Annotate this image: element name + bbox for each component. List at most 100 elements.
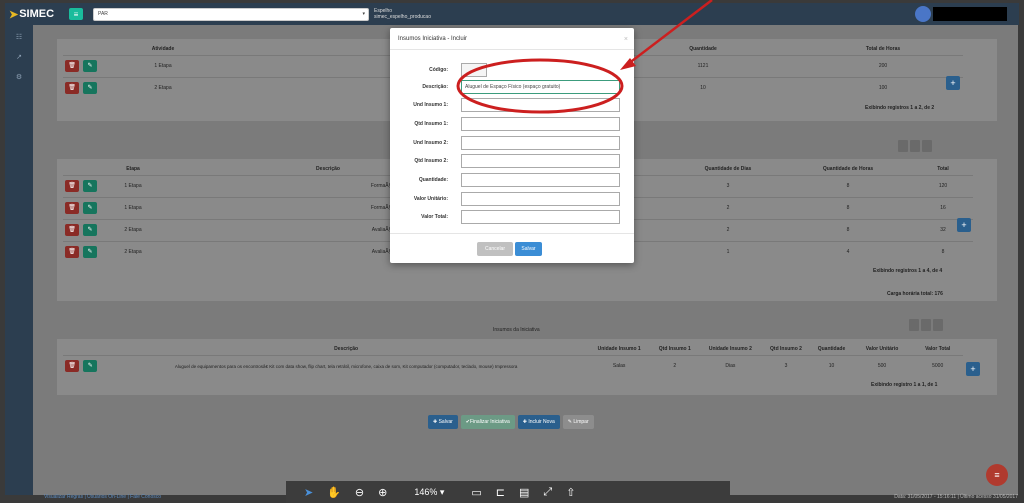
finalizar-label: Finalizar Iniciativa: [469, 419, 510, 425]
etapas-info: Exibindo registros 1 a 4, de 4: [873, 268, 943, 274]
edit-button[interactable]: ✎: [83, 246, 97, 259]
col-valor-unitario: Valor Unitário: [865, 345, 899, 352]
menu-fab[interactable]: ≡: [986, 464, 1008, 486]
descricao-input[interactable]: Aluguel de Espaço Físico (espaço gratuit…: [461, 80, 620, 94]
edit-button[interactable]: ✎: [83, 360, 98, 373]
screenshot-frame: ➤ SIMEC ≡ PAR ▾ Espelho simec_espelho_pr…: [0, 0, 1024, 503]
atividades-info: Exibindo registros 1 a 2, de 2: [865, 105, 935, 111]
und-insumo-1-input[interactable]: [461, 98, 620, 112]
codigo-input[interactable]: [461, 63, 487, 77]
cell-valor-unitario: 500: [851, 354, 913, 377]
avatar[interactable]: [915, 6, 931, 22]
gear-icon[interactable]: [933, 319, 943, 331]
simec-logo[interactable]: ➤ SIMEC: [5, 8, 65, 21]
zoom-level[interactable]: 146% ▾: [401, 487, 457, 498]
qtd-insumo-2-input[interactable]: [461, 154, 620, 168]
add-etapa-button[interactable]: +: [957, 218, 971, 232]
insumos-title: Insumos da Iniciativa: [493, 327, 540, 333]
insumos-modal: Insumos Iniciativa - Incluir × Código: D…: [390, 28, 634, 263]
footer-links[interactable]: Visualizar Regras | Usuários On-Line | F…: [44, 494, 161, 500]
share-icon[interactable]: ⇧: [566, 486, 575, 499]
zoom-out-icon[interactable]: ⊖: [355, 486, 364, 499]
fullscreen-icon[interactable]: ⤢: [543, 486, 552, 499]
edit-button[interactable]: ✎: [83, 82, 97, 95]
gear-icon[interactable]: [922, 140, 932, 152]
cell-horas: 100: [803, 76, 963, 99]
delete-button[interactable]: 🗑: [65, 202, 79, 214]
incluir-nova-button[interactable]: ✚ Incluir Nova: [517, 415, 560, 429]
cancel-button[interactable]: Cancelar: [477, 242, 513, 256]
cell-total: 16: [913, 196, 973, 219]
user-name-redacted[interactable]: [933, 7, 1007, 21]
zoom-value: 146%: [414, 486, 438, 497]
edit-button[interactable]: ✎: [83, 180, 97, 192]
pointer-icon[interactable]: ➤: [304, 486, 313, 499]
field-und-insumo-1: Und Insumo 1:: [390, 98, 634, 112]
save-file-icon[interactable]: ▤: [519, 486, 529, 499]
cell-und2: Dias: [700, 354, 761, 377]
delete-button[interactable]: 🗑: [65, 180, 79, 192]
col-horas: Quantidade de Horas: [822, 165, 874, 172]
module-select[interactable]: PAR ▾: [93, 7, 369, 21]
settings-icon[interactable]: ⚙: [5, 73, 33, 85]
file-icon[interactable]: [910, 140, 920, 152]
valor-total-input[interactable]: [461, 210, 620, 224]
cell-quantidade: 10: [811, 354, 852, 377]
finalizar-button[interactable]: ✔Finalizar Iniciativa: [460, 415, 515, 429]
col-qtd1: Qtd Insumo 1: [658, 345, 691, 352]
delete-button[interactable]: 🗑: [65, 246, 79, 259]
quantidade-input[interactable]: [461, 173, 620, 187]
page-icon[interactable]: ▭: [471, 486, 481, 499]
field-label: Descrição:: [422, 84, 448, 90]
top-navbar: ➤ SIMEC ≡ PAR ▾ Espelho simec_espelho_pr…: [5, 3, 1019, 25]
delete-button[interactable]: 🗑: [65, 360, 80, 373]
add-atividade-button[interactable]: +: [946, 76, 960, 90]
field-label: Qtd Insumo 1:: [414, 121, 448, 127]
logo-text: SIMEC: [19, 8, 55, 20]
delete-button[interactable]: 🗑: [65, 82, 79, 95]
valor-unitario-input[interactable]: [461, 192, 620, 206]
grid-icon[interactable]: ☷: [5, 33, 33, 45]
chart-icon[interactable]: ↗: [5, 53, 33, 65]
col-total: Total: [937, 165, 949, 172]
cell-etapa: 1 Etapa: [103, 196, 163, 219]
zoom-in-icon[interactable]: ⊕: [378, 486, 387, 499]
file-icon[interactable]: [921, 319, 931, 331]
und-insumo-2-input[interactable]: [461, 136, 620, 150]
close-icon[interactable]: ×: [624, 36, 628, 43]
cell-dias: 2: [673, 218, 783, 241]
menu-icon[interactable]: ≡: [69, 8, 83, 20]
cell-horas: 8: [783, 218, 913, 241]
cell-total: 8: [913, 240, 973, 263]
download-icon[interactable]: [898, 140, 908, 152]
col-descricao: Descrição: [334, 345, 359, 352]
edit-button[interactable]: ✎: [83, 60, 97, 72]
logo-chevron-icon: ➤: [9, 8, 19, 21]
edit-button[interactable]: ✎: [83, 202, 97, 214]
fit-page-icon[interactable]: ⊏: [496, 486, 505, 499]
qtd-insumo-1-input[interactable]: [461, 117, 620, 131]
sidebar: ☷ ↗ ⚙: [5, 25, 33, 495]
edit-button[interactable]: ✎: [83, 224, 97, 236]
cell-qtd2: 3: [760, 354, 812, 377]
limpar-button[interactable]: ✎ Limpar: [562, 415, 594, 429]
field-descricao: Descrição: Aluguel de Espaço Físico (esp…: [390, 80, 634, 94]
cell-atividade: 1 Etapa: [103, 54, 223, 77]
cell-valor-total: 5000: [912, 354, 963, 377]
cell-horas: 200: [803, 54, 963, 77]
col-quantidade: Quantidade: [817, 345, 846, 352]
cell-dias: 2: [673, 196, 783, 219]
delete-button[interactable]: 🗑: [65, 224, 79, 236]
save-button[interactable]: Salvar: [515, 242, 542, 256]
cell-dias: 1: [673, 240, 783, 263]
col-atividade: Atividade: [151, 45, 175, 52]
module-select-value: PAR: [98, 11, 108, 17]
download-icon[interactable]: [909, 319, 919, 331]
salvar-button[interactable]: ✚ Salvar: [428, 415, 458, 429]
add-insumo-button[interactable]: +: [966, 362, 980, 376]
delete-button[interactable]: 🗑: [65, 60, 79, 72]
field-valor-unitario: Valor Unitário:: [390, 192, 634, 206]
cell-atividade: 2 Etapa: [103, 76, 223, 99]
hand-icon[interactable]: ✋: [327, 486, 341, 499]
col-etapa: Etapa: [126, 165, 140, 172]
